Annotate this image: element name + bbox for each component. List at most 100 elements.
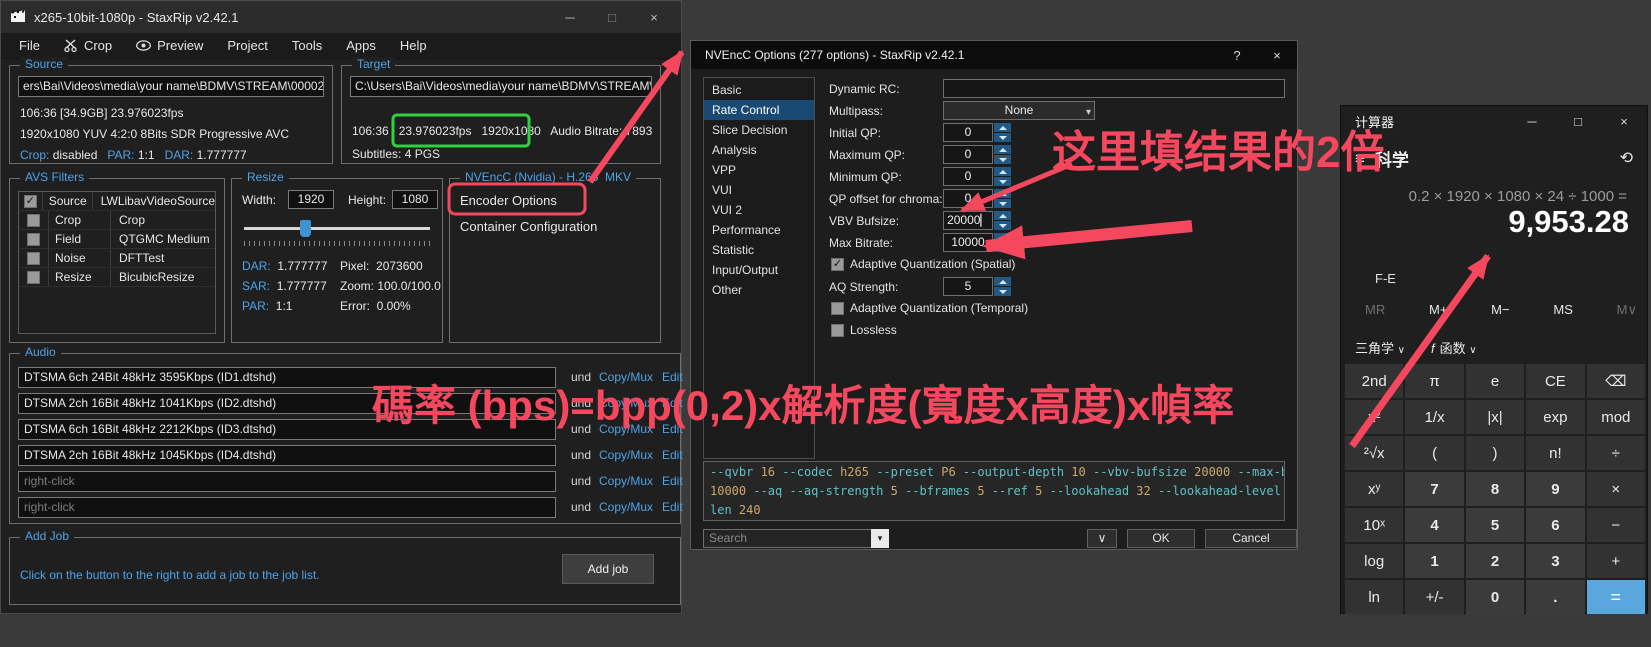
audio-track-input[interactable]: DTSMA 2ch 16Bit 48kHz 1045Kbps (ID4.dtsh… <box>18 445 556 466</box>
calc-key-_x_[interactable]: |x| <box>1466 400 1524 434</box>
audio-edit-link[interactable]: Edit <box>662 500 683 514</box>
field-spin-input[interactable]: 5 <box>943 277 993 296</box>
height-input[interactable]: 1080 <box>392 190 438 209</box>
spin-up-button[interactable] <box>994 189 1011 198</box>
spin-down-button[interactable] <box>994 155 1011 164</box>
spin-down-button[interactable] <box>994 221 1011 230</box>
calc-key-7[interactable]: 7 <box>1405 472 1463 506</box>
filter-checkbox[interactable] <box>27 233 40 246</box>
audio-copy-mux-link[interactable]: Copy/Mux <box>599 500 653 514</box>
calc-key-CE[interactable]: CE <box>1526 364 1584 398</box>
calc-key-2nd[interactable]: 2nd <box>1345 364 1403 398</box>
memory-button-M[interactable]: M− <box>1491 302 1509 318</box>
filter-checkbox[interactable]: ✓ <box>24 195 37 208</box>
history-icon[interactable]: ⟲ <box>1620 148 1633 168</box>
encoder-options-link[interactable]: Encoder Options <box>460 193 557 208</box>
spin-up-button[interactable] <box>994 277 1011 286</box>
spin-down-button[interactable] <box>994 243 1011 252</box>
calc-key-0[interactable]: 0 <box>1466 580 1524 614</box>
memory-button-M[interactable]: M∨ <box>1617 302 1637 318</box>
calc-key-_x[interactable]: ²√x <box>1345 436 1403 470</box>
container-configuration-link[interactable]: Container Configuration <box>460 219 597 234</box>
calc-dropdown-function[interactable]: f函数 ∨ <box>1431 338 1477 357</box>
width-input[interactable]: 1920 <box>288 190 334 209</box>
calc-key-_[interactable]: ( <box>1405 436 1463 470</box>
memory-button-M+[interactable]: M+ <box>1429 302 1447 318</box>
field-checkbox[interactable]: ✓ <box>831 258 844 271</box>
avs-filter-row[interactable]: FieldQTGMC Medium <box>19 230 215 249</box>
spin-up-button[interactable] <box>994 145 1011 154</box>
calc-key-_[interactable]: − <box>1587 508 1645 542</box>
field-spin-input[interactable]: 0 <box>943 167 993 186</box>
audio-track-input[interactable]: right-click <box>18 471 556 492</box>
avs-filter-row[interactable]: CropCrop <box>19 211 215 230</box>
calc-key-_[interactable]: ⌫ <box>1587 364 1645 398</box>
spin-down-button[interactable] <box>994 287 1011 296</box>
field-checkbox[interactable] <box>831 324 844 337</box>
calc-key-ln[interactable]: ln <box>1345 580 1403 614</box>
calc-key-8[interactable]: 8 <box>1466 472 1524 506</box>
spin-up-button[interactable] <box>994 123 1011 132</box>
avs-filter-row[interactable]: ✓SourceLWLibavVideoSource <box>19 192 215 211</box>
audio-copy-mux-link[interactable]: Copy/Mux <box>599 474 653 488</box>
calc-key-1[interactable]: 1 <box>1405 544 1463 578</box>
calc-maximize-button[interactable]: □ <box>1555 114 1601 129</box>
menu-item-file[interactable]: File <box>7 33 52 58</box>
field-spin-input[interactable]: 0 <box>943 123 993 142</box>
audio-edit-link[interactable]: Edit <box>662 448 683 462</box>
calc-key-_[interactable]: ) <box>1466 436 1524 470</box>
calc-key-_[interactable]: = <box>1587 580 1645 614</box>
calc-minimize-button[interactable]: ─ <box>1509 114 1555 129</box>
calc-key-2[interactable]: 2 <box>1466 544 1524 578</box>
calc-key-_[interactable]: + <box>1587 544 1645 578</box>
menu-item-tools[interactable]: Tools <box>280 33 334 58</box>
resize-slider-thumb[interactable] <box>300 220 311 237</box>
calc-key-4[interactable]: 4 <box>1405 508 1463 542</box>
ok-button[interactable]: OK <box>1127 529 1195 548</box>
close-button[interactable]: × <box>637 10 671 25</box>
memory-button-MR[interactable]: MR <box>1365 302 1385 318</box>
spin-up-button[interactable] <box>994 167 1011 176</box>
search-dropdown-button[interactable]: ▾ <box>871 529 889 548</box>
calc-key-_[interactable]: π <box>1405 364 1463 398</box>
audio-copy-mux-link[interactable]: Copy/Mux <box>599 448 653 462</box>
calc-key-10_[interactable]: 10ˣ <box>1345 508 1403 542</box>
resize-slider[interactable] <box>244 227 430 230</box>
calc-key-_[interactable]: +/- <box>1405 580 1463 614</box>
field-spin-input[interactable]: 20000 <box>943 211 993 230</box>
field-checkbox[interactable] <box>831 302 844 315</box>
spin-up-button[interactable] <box>994 211 1011 220</box>
calc-key-e[interactable]: e <box>1466 364 1524 398</box>
spin-down-button[interactable] <box>994 177 1011 186</box>
memory-button-MS[interactable]: MS <box>1553 302 1573 318</box>
calc-key-3[interactable]: 3 <box>1526 544 1584 578</box>
filter-checkbox[interactable] <box>27 252 40 265</box>
source-path-input[interactable]: ers\Bai\Videos\media\your name\BDMV\STRE… <box>18 76 324 97</box>
calc-key-mod[interactable]: mod <box>1587 400 1645 434</box>
field-spin-input[interactable]: 10000 <box>943 233 993 252</box>
search-input[interactable]: Search <box>703 529 889 548</box>
menu-item-crop[interactable]: Crop <box>52 33 124 58</box>
menu-item-help[interactable]: Help <box>388 33 439 58</box>
calc-key-n_[interactable]: n! <box>1526 436 1584 470</box>
field-spin-input[interactable]: 0 <box>943 145 993 164</box>
filter-checkbox[interactable] <box>27 214 40 227</box>
calc-key-9[interactable]: 9 <box>1526 472 1584 506</box>
expand-button[interactable]: ∨ <box>1087 529 1117 548</box>
command-line-box[interactable]: --qvbr 16 --codec h265 --preset P6 --out… <box>703 461 1285 521</box>
field-text-input[interactable] <box>943 79 1285 98</box>
dialog-close-button[interactable]: × <box>1257 48 1297 63</box>
calc-key-x_[interactable]: xʸ <box>1345 472 1403 506</box>
avs-filter-row[interactable]: ResizeBicubicResize <box>19 268 215 287</box>
fe-button[interactable]: F-E <box>1375 271 1396 286</box>
minimize-button[interactable]: ─ <box>553 10 587 25</box>
calc-key-6[interactable]: 6 <box>1526 508 1584 542</box>
spin-down-button[interactable] <box>994 199 1011 208</box>
field-spin-input[interactable]: 0 <box>943 189 993 208</box>
calc-key-1_x[interactable]: 1/x <box>1405 400 1463 434</box>
menu-item-project[interactable]: Project <box>215 33 279 58</box>
calc-key-_[interactable]: ÷ <box>1587 436 1645 470</box>
menu-item-apps[interactable]: Apps <box>334 33 388 58</box>
maximize-button[interactable]: □ <box>595 10 629 25</box>
calc-key-x_[interactable]: x² <box>1345 400 1403 434</box>
